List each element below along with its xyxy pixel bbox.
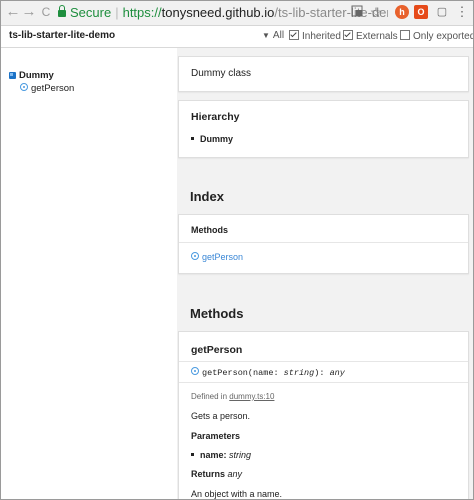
method-summary: Gets a person. [191, 411, 251, 421]
index-method-link-label: getPerson [202, 252, 244, 262]
office-extension-icon[interactable]: O [414, 5, 428, 19]
filter-externals-label: Externals [356, 31, 398, 42]
address-bar[interactable]: Secure | https://tonysneed.github.io/ts-li… [58, 3, 388, 22]
checkbox-checked-icon [289, 30, 299, 40]
sig-name: getPerson [202, 368, 248, 378]
divider [179, 242, 468, 243]
sidebar-item-label: getPerson [31, 83, 75, 94]
methods-heading: Methods [190, 306, 244, 321]
method-title: getPerson [191, 344, 243, 356]
sig-return-type: any [329, 368, 345, 378]
hierarchy-item: Dummy [191, 134, 233, 144]
site-title[interactable]: ts-lib-starter-lite-demo [9, 30, 115, 41]
filter-all-label: All [272, 30, 285, 41]
filter-only-exported-checkbox[interactable]: Only exported [400, 30, 474, 42]
translate-icon[interactable] [350, 5, 364, 19]
hierarchy-title: Hierarchy [191, 111, 240, 123]
method-icon [20, 83, 28, 91]
browser-toolbar: ← → C Secure | https://tonysneed.github.io… [1, 1, 473, 26]
returns-type: any [227, 469, 243, 479]
back-icon[interactable]: ← [5, 4, 21, 20]
url-protocol: https:// [122, 5, 162, 20]
main-content: Dummy class Hierarchy Dummy Index Method… [177, 48, 473, 499]
parameter-type: string [229, 450, 252, 460]
filter-externals-checkbox[interactable]: Externals [343, 30, 398, 42]
returns-description: An object with a name. [191, 489, 283, 499]
bookmark-star-icon[interactable]: ☆ [369, 5, 383, 19]
method-detail-panel: getPerson getPerson(name: string): any D… [178, 331, 469, 499]
defined-in-link[interactable]: dummy.ts:10 [229, 392, 274, 401]
index-methods-title: Methods [191, 225, 228, 235]
sidebar-item-dummy[interactable]: Dummy [9, 70, 54, 81]
browser-window: ← → C Secure | https://tonysneed.github.io… [0, 0, 474, 500]
filter-only-exported-label: Only exported [413, 31, 474, 42]
parameter-name: name: [200, 450, 227, 460]
sig-colon: : [273, 368, 284, 378]
returns-label: Returns [191, 469, 226, 479]
sidebar-item-label: Dummy [19, 70, 54, 81]
sig-close: ): [314, 368, 330, 378]
forward-icon[interactable]: → [21, 4, 37, 20]
parameters-title: Parameters [191, 431, 241, 441]
chevron-down-icon: ▼ [262, 31, 270, 40]
description-panel: Dummy class [178, 56, 469, 92]
index-method-link[interactable]: getPerson [191, 252, 243, 262]
checkbox-checked-icon [343, 30, 353, 40]
lock-icon [58, 5, 66, 17]
sidebar-item-getperson[interactable]: getPerson [20, 83, 74, 94]
method-signature: getPerson(name: string): any [191, 367, 345, 378]
index-heading: Index [190, 189, 224, 204]
class-icon [9, 72, 16, 79]
filter-all-dropdown[interactable]: ▼ All [262, 30, 284, 41]
extension-icon[interactable]: h [395, 5, 409, 19]
extension-box-icon[interactable]: ▢ [435, 5, 449, 19]
returns-line: Returns any [191, 469, 242, 479]
index-panel: Methods getPerson [178, 214, 469, 274]
secure-label: Secure [70, 5, 112, 20]
filter-inherited-checkbox[interactable]: Inherited [289, 30, 341, 42]
reload-icon[interactable]: C [38, 4, 54, 20]
method-icon [191, 252, 199, 260]
method-icon [191, 367, 199, 375]
hierarchy-panel: Hierarchy Dummy [178, 100, 469, 158]
address-separator: | [115, 5, 119, 20]
checkbox-empty-icon [400, 30, 410, 40]
bullet-icon [191, 137, 194, 140]
menu-icon[interactable]: ⋮ [455, 5, 469, 19]
hierarchy-item-label: Dummy [200, 134, 234, 144]
url-host: tonysneed.github.io [161, 5, 275, 20]
site-header: ts-lib-starter-lite-demo ▼ All Inherited … [1, 26, 473, 48]
sig-param-type: string [283, 368, 315, 378]
defined-in-label: Defined in [191, 392, 230, 401]
sidebar: Dummy getPerson [1, 48, 177, 499]
parameter-item: name: string [191, 450, 251, 460]
bullet-icon [191, 453, 194, 456]
divider [179, 361, 468, 362]
defined-in: Defined in dummy.ts:10 [191, 392, 274, 401]
divider [179, 382, 468, 383]
class-description: Dummy class [191, 68, 252, 79]
sig-param: name [253, 368, 274, 378]
filter-inherited-label: Inherited [302, 31, 341, 42]
